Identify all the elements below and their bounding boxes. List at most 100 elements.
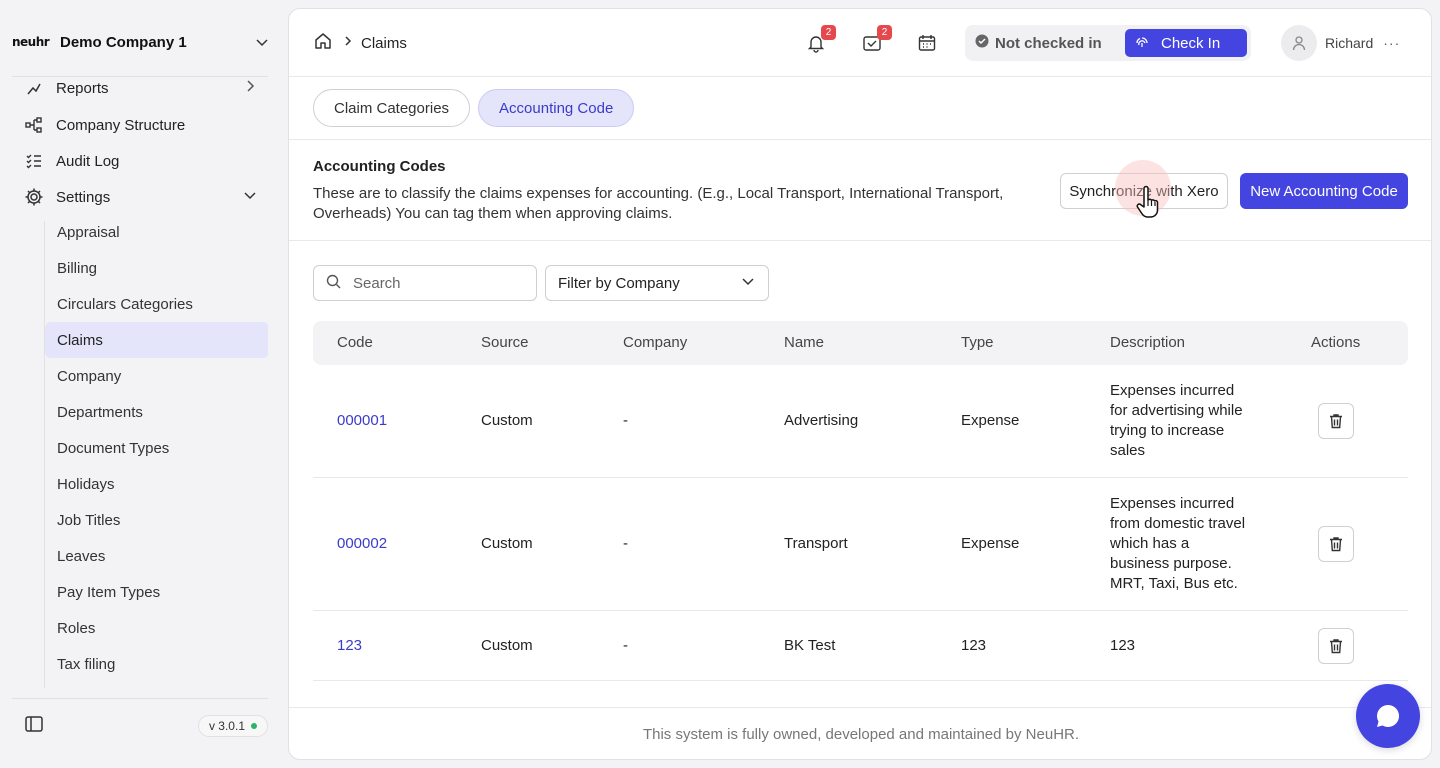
reports-icon [24, 78, 44, 98]
description-cell: Expenses incurred from domestic travel w… [1110, 495, 1246, 592]
sidebar-item-document-types[interactable]: Document Types [45, 430, 268, 466]
sidebar-footer: v 3.0.1 [12, 708, 268, 744]
code-link[interactable]: 000002 [337, 535, 387, 552]
tasks-badge: 2 [877, 25, 892, 40]
tab-claim-categories[interactable]: Claim Categories [313, 89, 471, 127]
source-cell: Custom [481, 535, 533, 552]
table-row: 123 Custom - BK Test 123 123 [313, 611, 1408, 681]
company-name: Demo Company 1 [60, 33, 187, 51]
gear-icon [24, 187, 44, 207]
section-description: These are to classify the claims expense… [313, 185, 1004, 222]
hand-cursor-icon [1135, 185, 1165, 225]
table-row: 000002 Custom - Transport Expense Expens… [313, 478, 1408, 611]
bell-icon[interactable]: 2 [804, 25, 836, 55]
version-label: v 3.0.1 [208, 719, 245, 733]
check-in-button[interactable]: Check In [1125, 29, 1247, 57]
company-cell: - [623, 637, 628, 654]
section-title: Accounting Codes [313, 158, 446, 175]
breadcrumb: Claims [313, 31, 407, 55]
notification-badge: 2 [821, 25, 836, 40]
company-switcher[interactable]: neuhr Demo Company 1 [12, 22, 274, 62]
trash-icon [1330, 537, 1342, 552]
sidebar-item-label: Settings [56, 188, 111, 206]
page-title: Claims [361, 34, 407, 52]
sidebar-item-audit-log[interactable]: Audit Log [12, 145, 268, 177]
avatar [1281, 25, 1317, 61]
chevron-right-icon [242, 78, 258, 98]
company-filter-label: Filter by Company [558, 274, 680, 292]
divider [289, 139, 1431, 140]
sidebar-item-company-structure[interactable]: Company Structure [12, 109, 268, 141]
more-icon[interactable]: ··· [1383, 35, 1400, 51]
source-cell: Custom [481, 637, 533, 654]
search-input[interactable] [353, 274, 523, 292]
sidebar-item-label: Audit Log [56, 152, 120, 170]
chevron-down-icon[interactable] [250, 30, 274, 54]
column-header-company: Company [623, 334, 688, 351]
type-cell: Expense [961, 412, 1020, 429]
delete-button[interactable] [1318, 628, 1354, 664]
chevron-right-icon [341, 34, 355, 52]
column-header-description: Description [1110, 334, 1186, 351]
sidebar-item-holidays[interactable]: Holidays [45, 466, 268, 502]
column-header-code: Code [337, 334, 373, 351]
sidebar-toggle-icon[interactable] [24, 714, 44, 738]
home-icon[interactable] [313, 31, 333, 55]
code-link[interactable]: 000001 [337, 412, 387, 429]
column-header-actions: Actions [1311, 334, 1361, 351]
description-cell: 123 [1110, 637, 1136, 654]
sidebar-item-claims[interactable]: Claims [45, 322, 268, 358]
sidebar-item-leaves[interactable]: Leaves [45, 538, 268, 574]
delete-button[interactable] [1318, 403, 1354, 439]
source-cell: Custom [481, 412, 533, 429]
sidebar-item-label: Reports [56, 79, 109, 97]
settings-submenu: Appraisal Billing Circulars Categories C… [44, 221, 268, 688]
divider [289, 240, 1431, 241]
sidebar-item-settings[interactable]: Settings [12, 181, 268, 213]
name-cell: Transport [784, 535, 848, 552]
delete-button[interactable] [1318, 526, 1354, 562]
page-footer: This system is fully owned, developed an… [289, 707, 1431, 759]
column-header-source: Source [481, 334, 529, 351]
divider [12, 76, 268, 77]
sidebar-item-reports[interactable]: Reports [12, 78, 268, 104]
company-cell: - [623, 412, 628, 429]
sidebar-item-appraisal[interactable]: Appraisal [45, 214, 268, 250]
code-link[interactable]: 123 [337, 637, 362, 654]
sidebar-item-departments[interactable]: Departments [45, 394, 268, 430]
company-cell: - [623, 535, 628, 552]
main-panel: Claims 2 2 Not checked in Check In Richa… [288, 8, 1432, 760]
new-accounting-code-button[interactable]: New Accounting Code [1240, 173, 1408, 209]
user-menu[interactable]: Richard ··· [1281, 25, 1400, 61]
type-cell: 123 [961, 637, 987, 654]
chat-button[interactable] [1356, 684, 1420, 748]
trash-icon [1330, 639, 1342, 654]
table-row: 000001 Custom - Advertising Expense Expe… [313, 365, 1408, 478]
tab-accounting-code[interactable]: Accounting Code [478, 89, 635, 127]
chevron-down-icon [740, 273, 756, 293]
divider [12, 698, 268, 699]
company-filter-select[interactable]: Filter by Company [545, 265, 769, 301]
description-cell: Expenses incurred for advertising while … [1110, 382, 1243, 459]
inbox-check-icon[interactable]: 2 [860, 25, 892, 55]
sidebar-item-roles[interactable]: Roles [45, 610, 268, 646]
fingerprint-icon [1136, 37, 1148, 47]
sidebar-item-tax-filing[interactable]: Tax filing [45, 646, 268, 682]
calendar-icon[interactable] [915, 31, 939, 55]
name-cell: BK Test [784, 637, 836, 654]
tab-bar: Claim Categories Accounting Code [313, 89, 642, 127]
sidebar-item-billing[interactable]: Billing [45, 250, 268, 286]
checkin-status-text: Not checked in [995, 34, 1102, 52]
column-header-name: Name [784, 334, 825, 351]
version-badge: v 3.0.1 [197, 715, 268, 737]
chevron-down-icon [242, 187, 258, 207]
status-dot [251, 723, 257, 729]
sidebar-item-circulars-categories[interactable]: Circulars Categories [45, 286, 268, 322]
table-header: Code Source Company Name Type Descriptio… [313, 321, 1408, 365]
chat-bubble-icon [1377, 704, 1400, 727]
sidebar-item-pay-item-types[interactable]: Pay Item Types [45, 574, 268, 610]
sidebar-item-company[interactable]: Company [45, 358, 268, 394]
search-box[interactable] [313, 265, 537, 301]
sidebar-item-job-titles[interactable]: Job Titles [45, 502, 268, 538]
attendance-status: Not checked in Check In [965, 25, 1251, 61]
